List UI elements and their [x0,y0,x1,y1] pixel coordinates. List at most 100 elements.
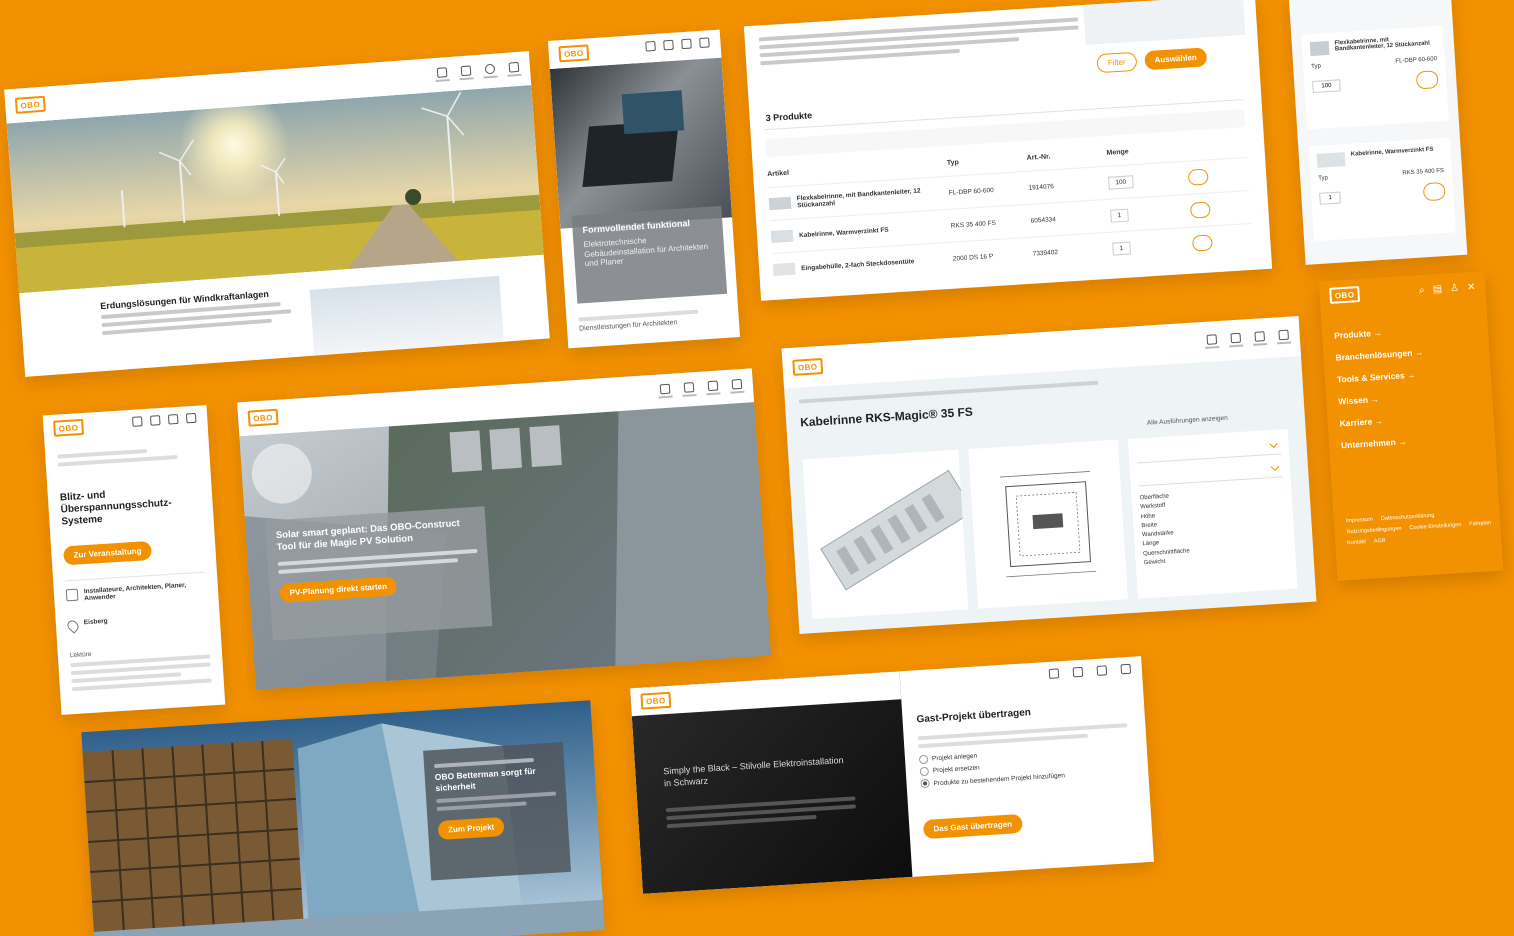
user-icon[interactable] [483,63,498,79]
project-button[interactable]: Zum Projekt [437,817,505,841]
menu-icon[interactable] [1277,329,1292,345]
radio-selected-icon [920,779,930,789]
card-mobile-menu[interactable]: OBO ⌕ ▤ ♙ ✕ Produkte → Branchenlösungen … [1318,271,1504,581]
obo-logo: OBO [1329,285,1361,304]
cart-add-button[interactable] [1187,168,1209,186]
menu-icon[interactable] [507,61,522,77]
menu-icon[interactable] [730,378,745,394]
size-select[interactable] [1137,460,1283,487]
obo-logo: OBO [792,358,824,376]
footer-link[interactable]: Fahrplan [1469,518,1491,530]
cart-add-button[interactable] [1415,70,1439,90]
user-icon[interactable] [1096,665,1109,680]
search-icon[interactable] [1205,334,1220,349]
quantity-stepper[interactable]: 100 [1312,79,1341,94]
architect-overlay-text: Elektrotechnische Gebäudeinstallation fü… [583,235,709,269]
user-icon[interactable]: ♙ [1450,282,1460,294]
filter-button[interactable]: Filter [1096,51,1138,74]
row-type: 2000 DS 16 P [952,252,994,263]
search-icon[interactable] [131,416,144,431]
cart-item-type: RKS 35 400 FS [1402,167,1445,177]
search-icon[interactable] [1048,668,1061,683]
product-title: Kabelrinne RKS-Magic® 35 FS [799,404,974,430]
variant-select[interactable] [1136,437,1282,464]
row-type: RKS 35 400 FS [950,219,997,230]
card-products-table[interactable]: Filter Auswählen 3 Produkte Artikel Typ … [743,0,1273,301]
menu-icon[interactable] [185,412,198,428]
product-thumb [770,229,794,244]
cart-add-button[interactable] [1422,181,1446,202]
menu-footer-links: Impressum Datenschutzerklärung Nutzungsb… [1346,507,1494,549]
cart-add-button[interactable] [1191,234,1213,252]
cart-item[interactable]: Flexkabelrinne, mit Bandkantenleiter, 12… [1301,25,1449,130]
card-lightning[interactable]: OBO Blitz- und Überspannungsschutz-Syste… [42,405,226,715]
list-icon[interactable] [682,382,697,397]
technical-drawing [968,439,1128,609]
location-icon [65,618,81,634]
menu-item-company[interactable]: Unternehmen → [1340,429,1429,457]
row-name: Eingabehülle, 2-fach Steckdosentüte [800,257,915,272]
search-icon[interactable] [644,40,657,56]
footer-link[interactable]: Cookie-Einstellungen [1409,520,1462,534]
card-architect[interactable]: OBO Formvollendet funktional Elektrotech… [547,29,741,349]
obo-logo: OBO [14,95,46,114]
row-artno: 1914076 [1028,182,1055,192]
col-artikel: Artikel [767,169,790,179]
card-product-detail[interactable]: OBO Kabelrinne RKS-Magic® 35 FS Alle Aus… [781,316,1317,634]
search-icon[interactable]: ⌕ [1419,284,1425,295]
lightning-meta-location: Eisberg [83,617,108,627]
event-button[interactable]: Zur Veranstaltung [63,540,153,566]
menu-icon[interactable] [698,37,711,52]
list-icon[interactable]: ▤ [1432,283,1442,295]
search-icon[interactable] [658,383,673,399]
product-thumb [1316,152,1346,168]
obo-logo: OBO [558,44,590,63]
list-icon[interactable] [1072,666,1085,682]
lightning-title: Blitz- und Überspannungsschutz-Systeme [59,489,172,528]
quantity-stepper[interactable]: 1 [1112,240,1192,256]
row-name: Kabelrinne, Warmverzinkt FS [798,226,889,239]
list-icon[interactable] [1229,332,1244,348]
apply-button[interactable]: Auswählen [1144,47,1208,71]
building-headline: OBO Betterman sorgt für sicherheit [434,765,536,793]
architecture-image [549,57,733,229]
quantity-stepper[interactable]: 1 [1319,191,1342,205]
chevron-down-icon [1269,439,1278,449]
all-variants-link[interactable]: Alle Ausführungen anzeigen [1147,415,1228,427]
wind-turbine-thumb [309,275,504,356]
col-artno: Art.-Nr. [1026,153,1051,162]
user-icon[interactable] [680,38,693,53]
user-icon[interactable] [1253,331,1268,346]
list-icon[interactable] [149,415,162,430]
transfer-button[interactable]: Das Gast übertragen [922,813,1023,840]
card-building[interactable]: OBO Betterman sorgt für sicherheit Zum P… [81,700,605,936]
card-cart[interactable]: Flexkabelrinne, mit Bandkantenleiter, 12… [1288,0,1468,265]
cart-add-button[interactable] [1189,201,1211,219]
list-icon[interactable] [662,39,675,55]
footer-link[interactable]: Kontakt [1347,537,1366,549]
card-solar[interactable]: OBO Solar smart geplant: Das OBO-Constru… [237,368,771,690]
row-name: Flexkabelrinne, mit Bandkantenleiter, 12… [796,187,921,210]
building-overlay: OBO Betterman sorgt für sicherheit Zum P… [423,742,572,881]
list-icon[interactable] [459,65,474,81]
search-icon[interactable] [435,67,450,83]
quantity-stepper[interactable]: 1 [1110,207,1190,223]
user-icon[interactable] [706,380,721,396]
solar-headline: Solar smart geplant: Das OBO-Construct T… [275,517,461,553]
card-guest-project[interactable]: OBO Simply the Black – Stilvolle Elektro… [630,656,1154,894]
products-section-title: 3 Produkte [765,110,813,124]
pv-planning-button[interactable]: PV-Planung direkt starten [279,575,398,603]
product-image [802,449,969,620]
guest-form-title: Gast-Projekt übertragen [916,707,1032,726]
card-wind-grounding[interactable]: OBO Erdungslösungen für Windkraftanlagen [4,51,550,377]
footer-link[interactable]: AGB [1374,536,1386,548]
quantity-stepper[interactable]: 100 [1108,174,1188,190]
col-typ: Typ [946,159,960,167]
close-icon[interactable]: ✕ [1467,281,1476,293]
chevron-down-icon [1270,462,1280,472]
row-type: FL-DBP 60-600 [948,186,994,197]
cart-type-label: Typ [1318,175,1329,182]
user-icon[interactable] [167,413,180,429]
menu-icon[interactable] [1120,663,1133,679]
cart-item[interactable]: Kabelrinne, Warmverzinkt FS Typ RKS 35 4… [1308,137,1456,242]
